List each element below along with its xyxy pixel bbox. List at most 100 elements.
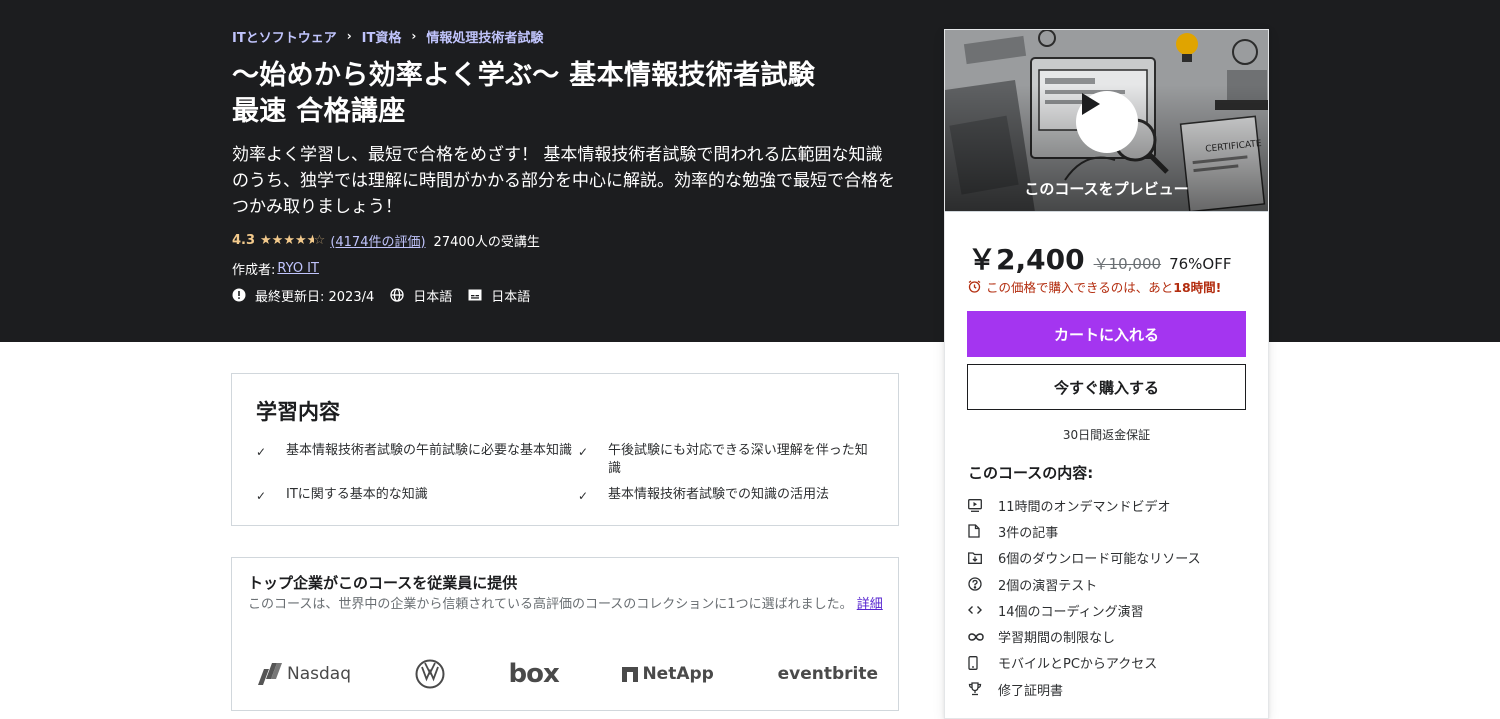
check-icon: ✓ xyxy=(256,445,267,459)
eventbrite-logo: eventbrite xyxy=(778,664,878,684)
breadcrumb-item-it-software[interactable]: ITとソフトウェア xyxy=(232,27,337,46)
learn-item: ✓ 午後試験にも対応できる深い理解を伴った知識 xyxy=(578,442,876,478)
play-button[interactable] xyxy=(1076,91,1138,153)
chevron-right-icon: › xyxy=(346,29,352,43)
alarm-clock-icon xyxy=(968,280,981,293)
course-title-line1: 〜始めから効率よく学ぶ〜 基本情報技術者試験 xyxy=(232,60,815,91)
money-back-guarantee: 30日間返金保証 xyxy=(1062,428,1151,442)
nasdaq-logo: Nasdaq xyxy=(258,663,351,685)
what-you-learn-title: 学習内容 xyxy=(256,400,340,424)
include-item-label: 6個のダウンロード可能なリソース xyxy=(998,552,1201,568)
box-logo-text: box xyxy=(508,659,559,689)
course-title: 〜始めから効率よく学ぶ〜 基本情報技術者試験 最速 合格講座 xyxy=(232,58,897,130)
breadcrumb: ITとソフトウェア › IT資格 › 情報処理技術者試験 xyxy=(232,26,897,46)
business-more-link[interactable]: 詳細 xyxy=(857,597,883,612)
include-item-resources: 6個のダウンロード可能なリソース xyxy=(968,545,1258,571)
learn-item-text: 基本情報技術者試験の午前試験に必要な基本知識 xyxy=(286,443,573,458)
student-count: 27400人の受講生 xyxy=(433,234,540,250)
breadcrumb-item-info-processing-exam[interactable]: 情報処理技術者試験 xyxy=(426,27,543,46)
business-offer-text: このコースは、世界中の企業から信頼されている高評価のコースのコレクションに1つに… xyxy=(248,597,853,612)
include-item-label: 11時間のオンデマンドビデオ xyxy=(998,499,1171,515)
course-language: 日本語 xyxy=(390,286,452,305)
learn-item: ✓ ITに関する基本的な知識 xyxy=(256,486,578,505)
include-item-certificate: 修了証明書 xyxy=(968,676,1258,702)
include-item-coding: 14個のコーディング演習 xyxy=(968,597,1258,623)
course-meta: 最終更新日: 2023/4 日本語 日本語 xyxy=(232,284,897,306)
include-item-lifetime: 学習期間の制限なし xyxy=(968,623,1258,649)
business-offer-title: トップ企業がこのコースを従業員に提供 xyxy=(248,574,518,592)
star-rating-icon: ★★★★★☆ xyxy=(260,232,326,248)
check-icon: ✓ xyxy=(578,489,589,503)
purchase-sidebar: CERTIFICATE このコースをプレビュー ￥2,400 ￥10,000 7… xyxy=(944,29,1269,719)
current-price: ￥2,400 xyxy=(968,243,1085,276)
include-item-video: 11時間のオンデマンドビデオ xyxy=(968,492,1258,518)
globe-icon xyxy=(390,288,404,302)
include-item-articles: 3件の記事 xyxy=(968,518,1258,544)
last-updated-text: 最終更新日: 2023/4 xyxy=(255,289,375,305)
code-icon xyxy=(968,604,998,616)
include-item-label: モバイルとPCからアクセス xyxy=(998,657,1158,673)
course-captions-text: 日本語 xyxy=(491,289,531,305)
infinity-icon xyxy=(968,632,998,642)
hero-content: ITとソフトウェア › IT資格 › 情報処理技術者試験 〜始めから効率よく学ぶ… xyxy=(232,26,897,306)
rating-row: 4.3 ★★★★★☆ (4174件の評価) 27400人の受講生 xyxy=(232,230,897,250)
last-updated: 最終更新日: 2023/4 xyxy=(232,286,374,305)
business-offer: トップ企業がこのコースを従業員に提供 このコースは、世界中の企業から信頼されてい… xyxy=(231,557,899,711)
learn-item: ✓ 基本情報技術者試験での知識の活用法 xyxy=(578,486,876,505)
course-includes-title: このコースの内容: xyxy=(968,464,1094,482)
breadcrumb-item-it-certification[interactable]: IT資格 xyxy=(362,27,402,46)
author-label: 作成者: xyxy=(232,262,276,278)
discount-percent: 76%OFF xyxy=(1169,255,1232,273)
include-item-label: 3件の記事 xyxy=(998,525,1059,541)
mobile-icon xyxy=(968,655,998,670)
course-includes-list: 11時間のオンデマンドビデオ 3件の記事 6個のダウンロード可能なリソース 2個… xyxy=(968,492,1258,702)
urgency-time: 18時間! xyxy=(1173,280,1222,295)
play-icon xyxy=(1082,93,1100,115)
nasdaq-logo-text: Nasdaq xyxy=(287,664,351,684)
author-link[interactable]: RYO IT xyxy=(277,261,319,276)
course-language-text: 日本語 xyxy=(413,289,453,305)
video-icon xyxy=(968,498,998,512)
learn-item-text: 基本情報技術者試験での知識の活用法 xyxy=(608,487,830,502)
captions-icon xyxy=(468,288,482,302)
business-offer-description: このコースは、世界中の企業から信頼されている高評価のコースのコレクションに1つに… xyxy=(248,595,888,614)
course-title-line2: 最速 合格講座 xyxy=(232,96,406,127)
urgency-text: この価格で購入できるのは、あと xyxy=(986,280,1174,295)
course-preview[interactable]: CERTIFICATE このコースをプレビュー xyxy=(945,30,1268,212)
eventbrite-logo-text: eventbrite xyxy=(777,664,878,684)
alert-badge-icon xyxy=(232,288,246,302)
rating-score: 4.3 xyxy=(232,232,256,248)
company-logos: Nasdaq box NetApp eventbrite xyxy=(258,654,878,694)
learn-item: ✓ 基本情報技術者試験の午前試験に必要な基本知識 xyxy=(256,442,578,478)
course-captions: 日本語 xyxy=(468,286,530,305)
include-item-tests: 2個の演習テスト xyxy=(968,571,1258,597)
include-item-label: 学習期間の制限なし xyxy=(998,631,1116,647)
add-to-cart-button[interactable]: カートに入れる xyxy=(967,311,1246,357)
preview-label: このコースをプレビュー xyxy=(1024,180,1189,198)
netapp-logo: NetApp xyxy=(622,664,714,684)
buy-now-button[interactable]: 今すぐ購入する xyxy=(967,364,1246,410)
check-icon: ✓ xyxy=(256,489,267,503)
include-item-label: 14個のコーディング演習 xyxy=(998,604,1144,620)
volkswagen-logo xyxy=(415,659,445,689)
include-item-label: 修了証明書 xyxy=(998,683,1064,699)
what-you-learn-list: ✓ 基本情報技術者試験の午前試験に必要な基本知識 ✓ 午後試験にも対応できる深い… xyxy=(256,442,876,505)
price-urgency: この価格で購入できるのは、あと 18時間! xyxy=(968,277,1221,296)
course-subtitle: 効率よく学習し、最短で合格をめざす！ 基本情報技術者試験で問われる広範囲な知識の… xyxy=(232,145,895,217)
rating-count-link[interactable]: (4174件の評価) xyxy=(330,231,425,250)
original-price: ￥10,000 xyxy=(1093,255,1162,273)
include-item-mobile: モバイルとPCからアクセス xyxy=(968,650,1258,676)
what-you-learn: 学習内容 ✓ 基本情報技術者試験の午前試験に必要な基本知識 ✓ 午後試験にも対応… xyxy=(231,373,899,526)
file-icon xyxy=(968,524,998,539)
download-folder-icon xyxy=(968,552,998,564)
course-hero: ITとソフトウェア › IT資格 › 情報処理技術者試験 〜始めから効率よく学ぶ… xyxy=(0,0,1500,342)
include-item-label: 2個の演習テスト xyxy=(998,578,1098,594)
box-logo: box xyxy=(508,659,559,689)
author-row: 作成者: RYO IT xyxy=(232,258,897,278)
question-icon xyxy=(968,577,998,591)
learn-item-text: ITに関する基本的な知識 xyxy=(286,487,428,502)
price-row: ￥2,400 ￥10,000 76%OFF xyxy=(968,238,1231,278)
learn-item-text: 午後試験にも対応できる深い理解を伴った知識 xyxy=(608,443,868,476)
check-icon: ✓ xyxy=(578,445,589,459)
trophy-icon xyxy=(968,682,998,696)
